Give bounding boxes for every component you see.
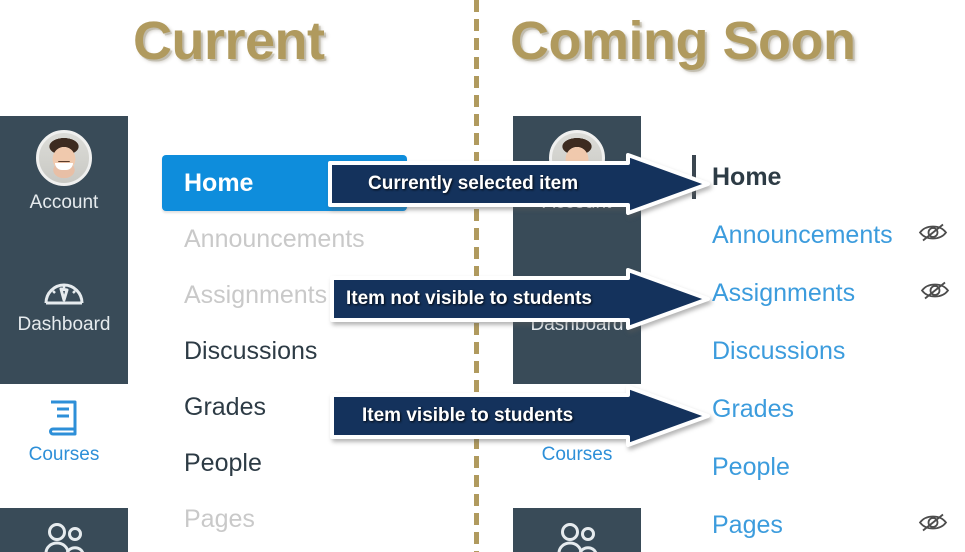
course-nav-label-pages: Pages	[184, 505, 255, 533]
hidden-eye-icon[interactable]	[918, 279, 952, 308]
course-nav-item-discussions[interactable]: Discussions	[162, 323, 407, 379]
global-nav-label-courses: Courses	[28, 444, 100, 465]
callout-arrow-selected-item: Currently selected item	[328, 153, 710, 215]
course-nav-label-announcements-new: Announcements	[712, 221, 893, 249]
course-nav-item-announcements[interactable]: Announcements	[162, 211, 407, 267]
course-nav-item-announcements-new[interactable]: Announcements	[690, 206, 960, 264]
heading-current: Current	[131, 11, 327, 71]
people-icon	[0, 522, 128, 552]
global-nav-item-dashboard[interactable]: Dashboard	[0, 258, 128, 384]
people-icon	[513, 522, 641, 552]
course-nav-label-people-new: People	[712, 453, 790, 481]
hidden-eye-icon[interactable]	[916, 511, 950, 540]
avatar-icon	[36, 130, 92, 186]
course-nav-item-home-new[interactable]: Home	[690, 148, 960, 206]
course-nav-label-grades-new: Grades	[712, 395, 794, 423]
course-nav-label-home: Home	[184, 169, 254, 197]
course-nav-item-pages-new[interactable]: Pages	[690, 496, 960, 552]
speedometer-icon	[0, 272, 128, 308]
slide-canvas: Current Coming Soon Account Dashboard Co…	[0, 0, 965, 552]
course-nav-label-assignments-new: Assignments	[712, 279, 856, 307]
heading-coming-soon: Coming Soon	[508, 11, 858, 71]
global-nav-item-groups[interactable]: Groups	[0, 508, 128, 552]
course-nav-coming-soon: Home Announcements Assignments Discussio…	[690, 148, 960, 552]
course-nav-item-grades-new[interactable]: Grades	[690, 380, 960, 438]
global-nav-label-account: Account	[29, 192, 99, 213]
course-nav-label-discussions-new: Discussions	[712, 337, 846, 365]
global-nav-item-courses[interactable]: Courses	[0, 384, 128, 508]
course-nav-label-home-new: Home	[712, 163, 782, 191]
callout-arrow-visible: Item visible to students	[330, 385, 710, 447]
book-icon	[0, 398, 128, 438]
global-nav-label-dashboard: Dashboard	[17, 314, 111, 335]
course-nav-item-discussions-new[interactable]: Discussions	[690, 322, 960, 380]
course-nav-item-people-new[interactable]: People	[690, 438, 960, 496]
course-nav-label-discussions: Discussions	[184, 337, 318, 365]
course-nav-label-pages-new: Pages	[712, 511, 783, 539]
hidden-eye-icon[interactable]	[916, 221, 950, 250]
global-nav-left: Account Dashboard Courses	[0, 116, 128, 552]
global-nav-item-groups-right[interactable]: Groups	[513, 508, 641, 552]
course-nav-label-announcements: Announcements	[184, 225, 365, 253]
course-nav-label-assignments: Assignments	[184, 281, 328, 309]
course-nav-label-people: People	[184, 449, 262, 477]
global-nav-item-account[interactable]: Account	[0, 116, 128, 258]
course-nav-item-assignments-new[interactable]: Assignments	[690, 264, 960, 322]
callout-text-1: Currently selected item	[368, 173, 579, 194]
course-nav-item-pages[interactable]: Pages	[162, 491, 407, 547]
course-nav-label-grades: Grades	[184, 393, 266, 421]
callout-text-3: Item visible to students	[362, 405, 574, 426]
callout-text-2: Item not visible to students	[346, 288, 592, 309]
callout-arrow-not-visible: Item not visible to students	[330, 268, 710, 330]
